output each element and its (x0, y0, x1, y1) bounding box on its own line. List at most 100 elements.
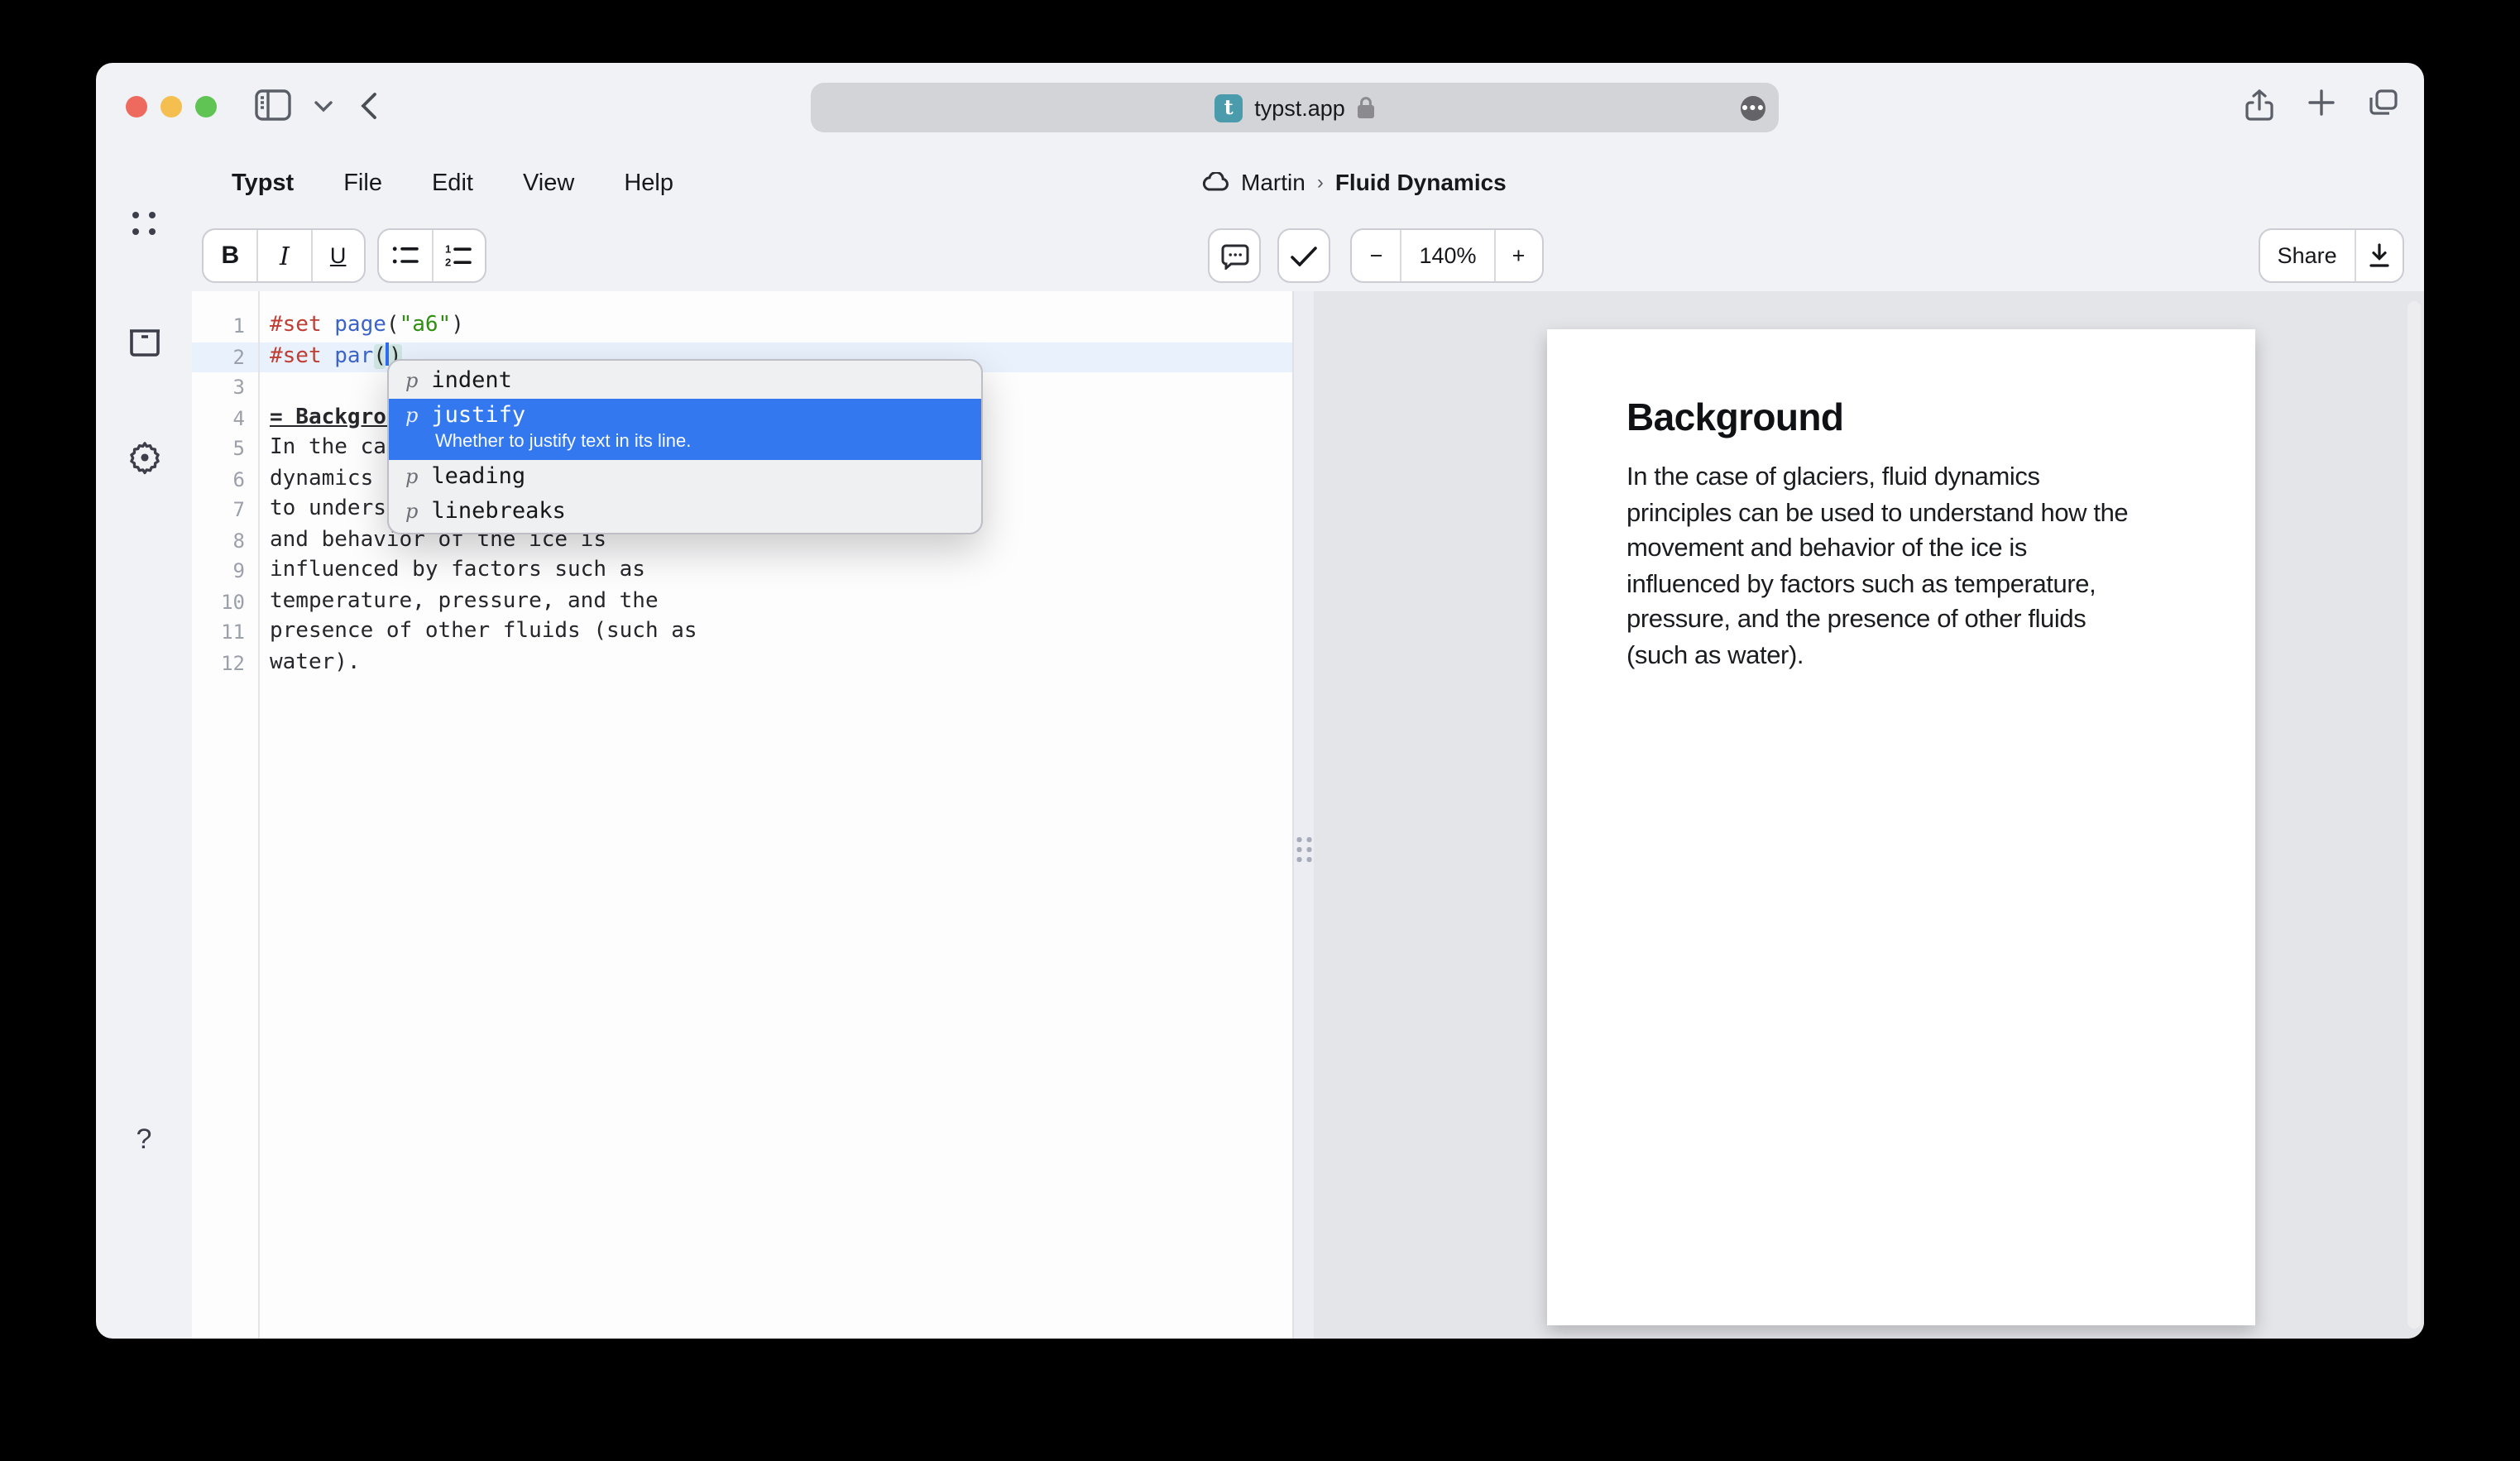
line-number: 4 (192, 403, 245, 434)
zoom-in-button[interactable]: + (1493, 230, 1542, 281)
splitter-drag-handle-icon[interactable] (1297, 837, 1311, 861)
gutter-divider (258, 291, 260, 1339)
share-button[interactable]: Share (2260, 230, 2354, 281)
lock-icon (1357, 96, 1375, 119)
tab-overview-icon[interactable] (2369, 89, 2398, 121)
autocomplete-label: leading (431, 463, 525, 490)
line-number: 11 (192, 617, 245, 648)
list-format-group: 1 2 (377, 228, 486, 283)
download-button[interactable] (2354, 230, 2403, 281)
share-page-icon[interactable] (2245, 89, 2273, 121)
menu-typst[interactable]: Typst (232, 170, 294, 197)
autocomplete-item-justify[interactable]: p justify (389, 399, 981, 434)
zoom-out-button[interactable]: − (1352, 230, 1401, 281)
autocomplete-popup: pindentpjustifyWhether to justify text i… (387, 359, 983, 534)
line-number: 3 (192, 372, 245, 403)
line-number: 6 (192, 464, 245, 495)
text-format-group: B I U (202, 228, 366, 283)
zoom-level-value[interactable]: 140% (1401, 230, 1493, 281)
app-grid-icon[interactable] (96, 212, 192, 235)
main-area: ? typst 123456789101112 #set page("a6")#… (96, 291, 2424, 1339)
parameter-icon: p (405, 404, 418, 427)
page-paragraph-line: In the case of glaciers, fluid dynamics (1627, 460, 2206, 496)
menu-file[interactable]: File (343, 170, 382, 197)
parameter-icon: p (405, 465, 418, 488)
code-line[interactable]: water). (270, 648, 361, 678)
app-header: Typst File Edit View Help Martin › Fluid Dyn… (96, 149, 2424, 222)
fullscreen-window-button[interactable] (195, 96, 217, 117)
italic-button[interactable]: I (257, 230, 311, 281)
line-number: 12 (192, 648, 245, 678)
page-paragraph-line: movement and behavior of the ice is (1627, 531, 2206, 567)
parameter-icon: p (405, 369, 418, 392)
autocomplete-label: justify (431, 402, 525, 429)
page-heading: Background (1627, 395, 1843, 440)
breadcrumb: Martin › Fluid Dynamics (1201, 169, 1507, 195)
breadcrumb-separator: › (1317, 170, 1324, 194)
rendered-page: Background In the case of glaciers, flui… (1547, 329, 2255, 1325)
autocomplete-description: Whether to justify text in its line. (389, 432, 981, 460)
browser-chrome: t typst.app ●●● (96, 63, 2424, 149)
menu-bar: Typst File Edit View Help (232, 170, 673, 197)
address-bar[interactable]: t typst.app ●●● (811, 83, 1779, 132)
close-window-button[interactable] (126, 96, 147, 117)
zoom-control-group: − 140% + (1350, 228, 1544, 283)
comments-button[interactable] (1208, 228, 1261, 283)
screen: t typst.app ●●● (0, 0, 2520, 1461)
line-number: 8 (192, 525, 245, 556)
menu-view[interactable]: View (523, 170, 574, 197)
code-line[interactable]: influenced by factors such as (270, 556, 645, 587)
cloud-icon (1201, 172, 1229, 192)
code-editor[interactable]: 123456789101112 #set page("a6")#set par(… (192, 291, 1292, 1339)
menu-help[interactable]: Help (624, 170, 673, 197)
compile-status-button[interactable] (1277, 228, 1330, 283)
bullet-list-button[interactable] (379, 230, 432, 281)
url-host: typst.app (1254, 95, 1345, 120)
svg-text:2: 2 (446, 256, 452, 267)
line-number: 10 (192, 587, 245, 617)
back-icon[interactable] (361, 93, 377, 119)
line-number: 1 (192, 311, 245, 342)
site-favicon: t (1214, 93, 1243, 122)
underline-button[interactable]: U (310, 230, 364, 281)
svg-text:1: 1 (446, 244, 452, 255)
code-line[interactable]: #set page("a6") (270, 311, 464, 342)
preview-pane: Background In the case of glaciers, flui… (1314, 291, 2424, 1339)
help-button[interactable]: ? (96, 1123, 192, 1157)
breadcrumb-document-title[interactable]: Fluid Dynamics (1335, 169, 1507, 195)
autocomplete-item-linebreaks[interactable]: p linebreaks (389, 495, 981, 529)
page-paragraph-line: influenced by factors such as temperatur… (1627, 568, 2206, 603)
code-line[interactable]: #set par() (270, 342, 402, 372)
code-line[interactable]: temperature, pressure, and the (270, 587, 659, 617)
menu-edit[interactable]: Edit (432, 170, 473, 197)
share-export-group: Share (2259, 228, 2404, 283)
line-number: 7 (192, 495, 245, 525)
pane-splitter[interactable] (1292, 291, 1314, 1339)
page-settings-icon[interactable]: ●●● (1741, 95, 1765, 120)
window-controls (126, 96, 217, 117)
line-number: 5 (192, 434, 245, 464)
minimize-window-button[interactable] (160, 96, 182, 117)
autocomplete-label: indent (431, 367, 512, 394)
page-paragraph-line: pressure, and the presence of other flui… (1627, 603, 2206, 639)
page-paragraph-line: principles can be used to understand how… (1627, 496, 2206, 531)
parameter-icon: p (405, 500, 418, 523)
code-line[interactable]: presence of other fluids (such as (270, 617, 697, 648)
page-paragraph-line: (such as water). (1627, 639, 2206, 674)
breadcrumb-workspace[interactable]: Martin (1241, 169, 1306, 195)
page-paragraph: In the case of glaciers, fluid dynamicsp… (1627, 460, 2206, 674)
autocomplete-label: linebreaks (431, 498, 566, 525)
sidebar-toggle-icon[interactable] (255, 89, 291, 121)
autocomplete-item-leading[interactable]: p leading (389, 460, 981, 495)
numbered-list-button[interactable]: 1 2 (432, 230, 485, 281)
browser-actions (2245, 89, 2398, 121)
line-number: 9 (192, 556, 245, 587)
bold-button[interactable]: B (204, 230, 257, 281)
line-number: 2 (192, 342, 245, 372)
left-rail: ? typst (96, 291, 192, 1339)
new-tab-icon[interactable] (2308, 89, 2335, 121)
autocomplete-item-indent[interactable]: pindent (389, 364, 981, 399)
browser-window: t typst.app ●●● (96, 63, 2424, 1339)
chevron-down-icon[interactable] (314, 101, 333, 113)
preview-scrollbar[interactable] (2407, 301, 2421, 1329)
